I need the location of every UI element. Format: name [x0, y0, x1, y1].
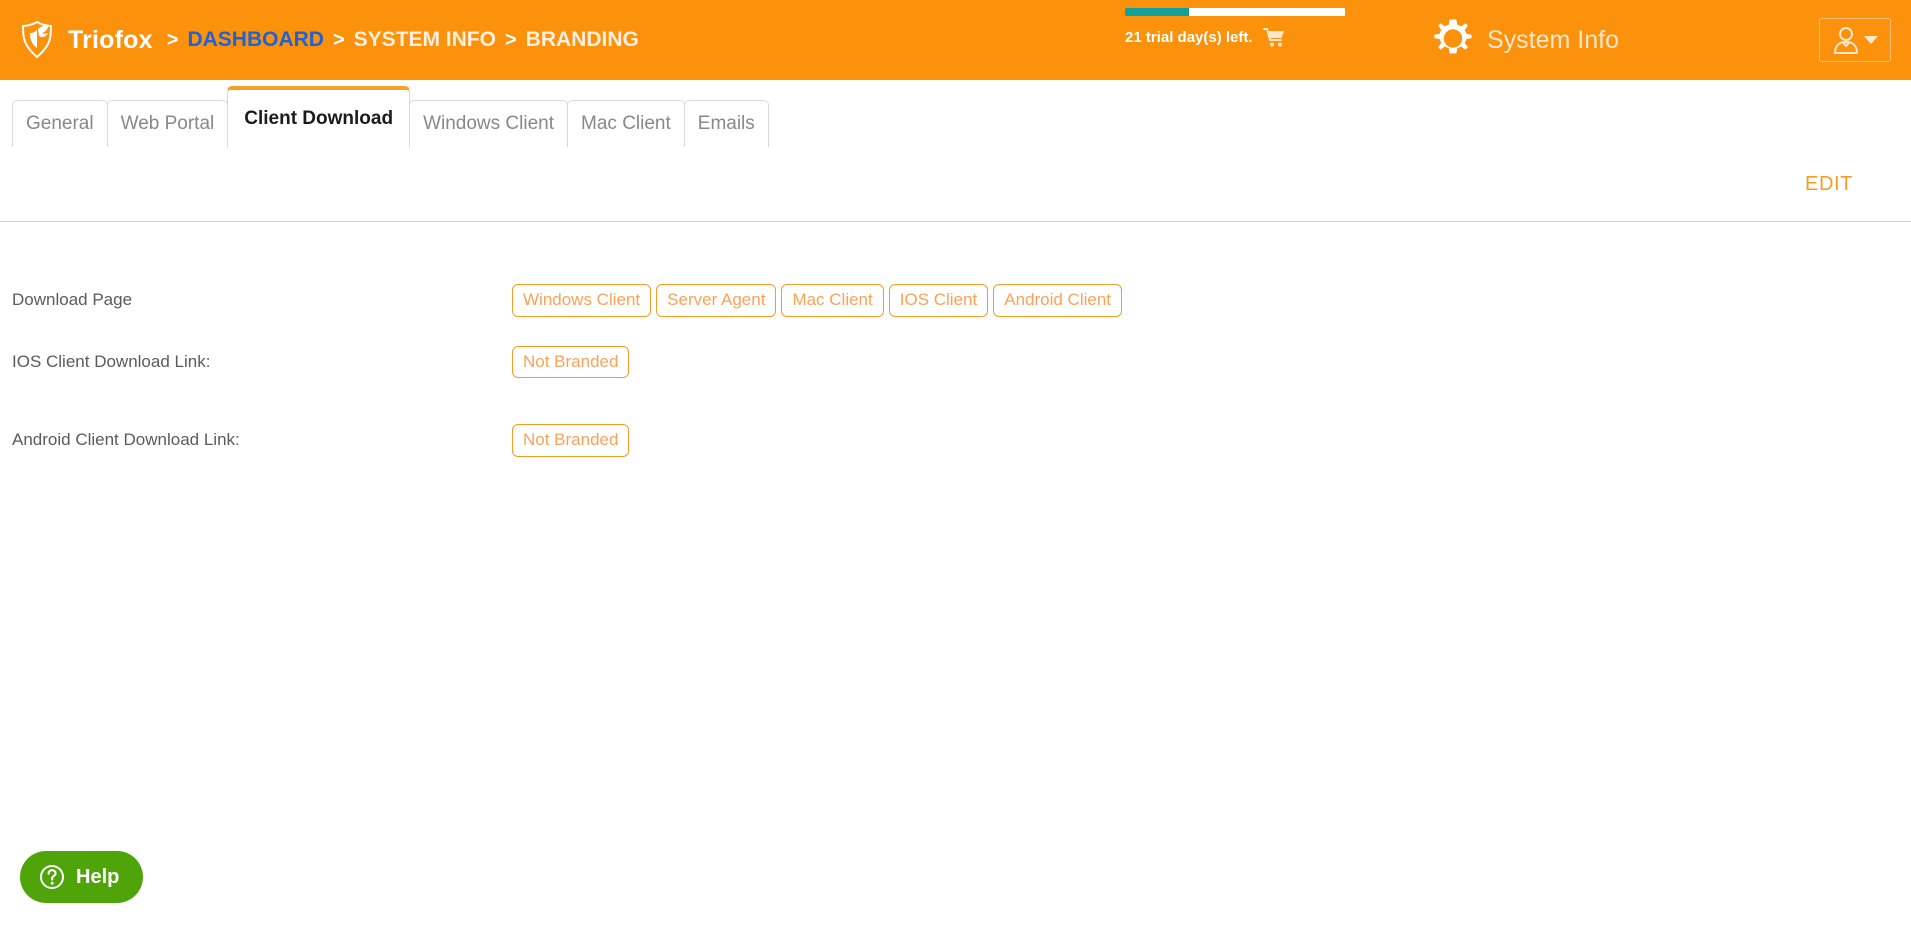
- tab-web-portal[interactable]: Web Portal: [106, 100, 229, 148]
- tab-label: Web Portal: [120, 113, 215, 134]
- android-download-link-button-group: Not Branded: [512, 424, 630, 457]
- tab-general[interactable]: General: [12, 100, 108, 148]
- edit-button[interactable]: EDIT: [1799, 172, 1859, 197]
- android-not-branded-button[interactable]: Not Branded: [512, 424, 630, 457]
- tab-label: Windows Client: [423, 113, 555, 134]
- branding-client-download-form: Download Page Windows Client Server Agen…: [0, 222, 1911, 457]
- tab-label: Client Download: [244, 107, 394, 129]
- ios-download-link-label: IOS Client Download Link:: [12, 351, 211, 371]
- breadcrumb-separator-1: >: [332, 28, 345, 51]
- ios-download-link-button-group: Not Branded: [512, 345, 630, 379]
- server-agent-button[interactable]: Server Agent: [656, 284, 777, 317]
- shopping-cart-icon[interactable]: [1262, 27, 1285, 47]
- user-menu-button[interactable]: [1819, 18, 1891, 62]
- tab-label: Emails: [697, 113, 755, 134]
- breadcrumb: > DASHBOARD > SYSTEM INFO > BRANDING: [167, 28, 639, 52]
- gear-icon: [1432, 19, 1474, 61]
- tab-windows-client[interactable]: Windows Client: [409, 100, 569, 148]
- question-circle-icon: [39, 864, 65, 890]
- brand-name: Triofox: [68, 25, 153, 54]
- ios-client-button[interactable]: IOS Client: [888, 284, 989, 317]
- tab-emails[interactable]: Emails: [683, 100, 769, 148]
- tab-mac-client[interactable]: Mac Client: [567, 100, 685, 148]
- breadcrumb-item-branding: BRANDING: [525, 28, 639, 51]
- windows-client-button[interactable]: Windows Client: [512, 284, 652, 317]
- android-download-link-label: Android Client Download Link:: [12, 430, 240, 450]
- app-header: Triofox > DASHBOARD > SYSTEM INFO > BRAN…: [0, 0, 1911, 80]
- download-page-button-group: Windows Client Server Agent Mac Client I…: [512, 284, 1123, 317]
- trial-progress-bar: [1125, 8, 1345, 16]
- android-client-button[interactable]: Android Client: [993, 284, 1123, 317]
- breadcrumb-separator-2: >: [504, 28, 517, 51]
- trial-days-label: 21 trial day(s) left.: [1125, 28, 1253, 46]
- breadcrumb-item-system-info[interactable]: SYSTEM INFO: [354, 28, 496, 52]
- breadcrumb-item-dashboard[interactable]: DASHBOARD: [187, 28, 324, 52]
- form-row-download-page: Download Page Windows Client Server Agen…: [0, 284, 1911, 317]
- tab-label: Mac Client: [581, 113, 671, 134]
- help-button[interactable]: Help: [20, 851, 144, 903]
- content-toolbar: EDIT: [0, 148, 1911, 222]
- trial-progress-fill: [1125, 8, 1189, 16]
- ios-not-branded-button[interactable]: Not Branded: [512, 345, 630, 379]
- system-info-block[interactable]: System Info: [1432, 0, 1619, 80]
- mac-client-button[interactable]: Mac Client: [781, 284, 884, 317]
- form-row-android-download-link: Android Client Download Link: Not Brande…: [0, 424, 1911, 457]
- tab-client-download[interactable]: Client Download: [227, 86, 411, 148]
- shield-fox-logo-icon: [20, 21, 54, 59]
- download-page-label: Download Page: [12, 290, 133, 310]
- breadcrumb-separator-0: >: [166, 28, 179, 51]
- form-row-ios-download-link: IOS Client Download Link: Not Branded: [0, 345, 1911, 379]
- system-info-label: System Info: [1487, 25, 1619, 54]
- user-avatar-icon: [1832, 26, 1860, 54]
- chevron-down-icon: [1863, 34, 1879, 46]
- help-label: Help: [76, 865, 120, 888]
- tab-label: General: [26, 113, 94, 134]
- tab-bar: General Web Portal Client Download Windo…: [0, 80, 1911, 148]
- brand-block[interactable]: Triofox: [0, 21, 153, 59]
- trial-status: 21 trial day(s) left.: [1125, 8, 1355, 47]
